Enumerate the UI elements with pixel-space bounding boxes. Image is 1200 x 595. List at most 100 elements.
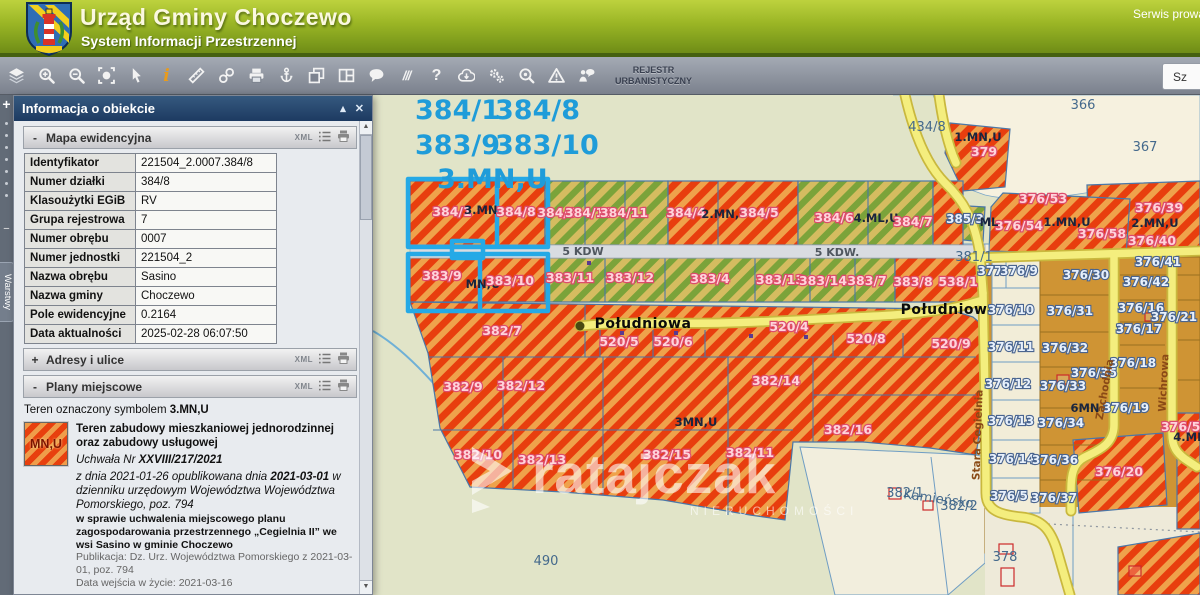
map-label: 520/5 <box>599 334 638 349</box>
measure-icon[interactable] <box>187 66 206 85</box>
map-label: 383/8 <box>893 274 932 289</box>
map-label: 383/10 <box>495 130 599 161</box>
parallel-lines-icon[interactable]: /// <box>397 66 416 85</box>
strip-dot <box>5 146 8 149</box>
table-row: Data aktualności2025-02-28 06:07:50 <box>25 325 277 344</box>
layers-icon[interactable] <box>7 66 26 85</box>
panel-collapse-icon[interactable]: ▴ <box>340 102 346 115</box>
link-icon[interactable] <box>217 66 236 85</box>
settings-icon[interactable] <box>487 66 506 85</box>
collapse-strip-icon[interactable]: − <box>0 223 13 235</box>
attribute-value: 0.2164 <box>136 306 277 325</box>
help-icon[interactable]: ? <box>427 66 446 85</box>
map-label: 376/58 <box>1078 226 1126 241</box>
attribute-value: 384/8 <box>136 173 277 192</box>
list-icon[interactable] <box>319 353 331 367</box>
map-label: 4.ML,U <box>854 211 899 225</box>
zoom-in-icon[interactable] <box>37 66 56 85</box>
rejestr-urbanistyczny-button[interactable]: REJESTR URBANISTYCZNY <box>615 65 692 87</box>
map-label: 383/14 <box>799 273 847 288</box>
section-plany-miejscowe[interactable]: - Plany miejscowe XML <box>23 375 357 398</box>
expand-panel-icon[interactable]: + <box>0 95 13 113</box>
pointer-icon[interactable] <box>127 66 146 85</box>
panel-close-icon[interactable]: ✕ <box>355 102 364 115</box>
copy-icon[interactable] <box>307 66 326 85</box>
app-subtitle: System Informacji Przestrzennej <box>81 33 297 49</box>
attribute-label: Numer działki <box>25 173 136 192</box>
warning-icon[interactable] <box>547 66 566 85</box>
xml-icon[interactable]: XML <box>295 133 313 142</box>
zoom-out-icon[interactable] <box>67 66 86 85</box>
map-label: 384/4 <box>666 205 706 220</box>
map-label: 378 <box>993 550 1018 565</box>
info-icon[interactable]: i <box>157 66 176 85</box>
map-label: 4.MN <box>1173 430 1200 444</box>
map-label: 383/9 <box>422 268 461 283</box>
map-label: 376/14 <box>989 452 1035 466</box>
map-label: 377 <box>977 264 1002 278</box>
layers-tab[interactable]: Warstwy <box>0 262 14 322</box>
attribute-label: Grupa rejestrowa <box>25 211 136 230</box>
map-label: 383/7 <box>847 273 886 288</box>
zone-title: Teren zabudowy mieszkaniowej jednorodzin… <box>76 422 356 450</box>
service-provider-text: Serwis prowa <box>1133 7 1200 21</box>
attribute-label: Nazwa obrębu <box>25 268 136 287</box>
section-adresy-i-ulice[interactable]: + Adresy i ulice XML <box>23 348 357 371</box>
map-label: 376/10 <box>988 303 1034 317</box>
list-icon[interactable] <box>319 131 331 145</box>
map-label: 376/5 <box>990 489 1028 503</box>
map-label: 376/41 <box>1135 255 1181 269</box>
map[interactable]: 384/1384/8383/9383/103.MN,U384/13.MN,384… <box>373 95 1200 595</box>
map-label: 376/40 <box>1128 233 1176 248</box>
contact-icon[interactable] <box>577 66 596 85</box>
map-label: 384/8 <box>496 204 535 219</box>
plan-zone-symbol: 3.MN,U <box>170 404 209 416</box>
panel-scrollbar[interactable]: ▲ ▼ <box>359 121 372 594</box>
table-row: Nazwa gminyChoczewo <box>25 287 277 306</box>
attribute-label: Klasoużytki EGiB <box>25 192 136 211</box>
layout-icon[interactable] <box>337 66 356 85</box>
section-mapa-ewidencyjna[interactable]: - Mapa ewidencyjna XML <box>23 126 357 149</box>
map-label: 538/1 <box>938 274 977 289</box>
print-icon[interactable] <box>337 130 350 145</box>
print-icon[interactable] <box>247 66 266 85</box>
map-label: 520/9 <box>931 336 970 351</box>
select-region-icon[interactable] <box>97 66 116 85</box>
scroll-up-arrow[interactable]: ▲ <box>360 121 372 135</box>
anchor-icon[interactable] <box>277 66 296 85</box>
building-outline <box>1001 568 1014 586</box>
panel-title: Informacja o obiekcie <box>22 101 155 116</box>
map-label: 520/6 <box>653 334 693 349</box>
map-label: 5 KDW <box>562 245 603 258</box>
scroll-down-arrow[interactable]: ▼ <box>360 580 372 594</box>
map-label: 376/54 <box>995 218 1043 233</box>
map-label: 376/36 <box>1032 453 1078 467</box>
attribute-label: Numer jednostki <box>25 249 136 268</box>
cadastral-map-svg[interactable]: 384/1384/8383/9383/103.MN,U384/13.MN,384… <box>373 95 1200 595</box>
search-button[interactable]: Sz <box>1162 63 1200 90</box>
map-label: 383/13 <box>756 272 804 287</box>
list-icon[interactable] <box>319 380 331 394</box>
section-label: Plany miejscowe <box>46 380 142 394</box>
rejestr-line1: REJESTR <box>615 65 692 76</box>
parcel-attributes: Identyfikator221504_2.0007.384/8Numer dz… <box>24 153 360 344</box>
speech-bubble-icon[interactable] <box>367 66 386 85</box>
map-label: 490 <box>534 554 559 569</box>
strip-dot <box>5 122 8 125</box>
zoom-search-icon[interactable] <box>517 66 536 85</box>
map-label: 376/13 <box>988 414 1034 428</box>
print-icon[interactable] <box>337 352 350 367</box>
map-label: 384/7 <box>893 214 932 229</box>
attribute-value: Sasino <box>136 268 277 287</box>
scroll-thumb[interactable] <box>360 135 372 220</box>
map-label: 376/11 <box>988 340 1034 354</box>
print-icon[interactable] <box>337 379 350 394</box>
map-label: 376/17 <box>1116 322 1162 336</box>
xml-icon[interactable]: XML <box>295 355 313 364</box>
attribute-value: 7 <box>136 211 277 230</box>
xml-icon[interactable]: XML <box>295 382 313 391</box>
object-info-panel: Informacja o obiekcie ▴ ✕ - Mapa ewidenc… <box>13 95 373 595</box>
section-state-icon: - <box>30 380 40 394</box>
cloud-download-icon[interactable] <box>457 66 476 85</box>
plan-publication: Publikacja: Dz. Urz. Województwa Pomorsk… <box>76 551 356 577</box>
